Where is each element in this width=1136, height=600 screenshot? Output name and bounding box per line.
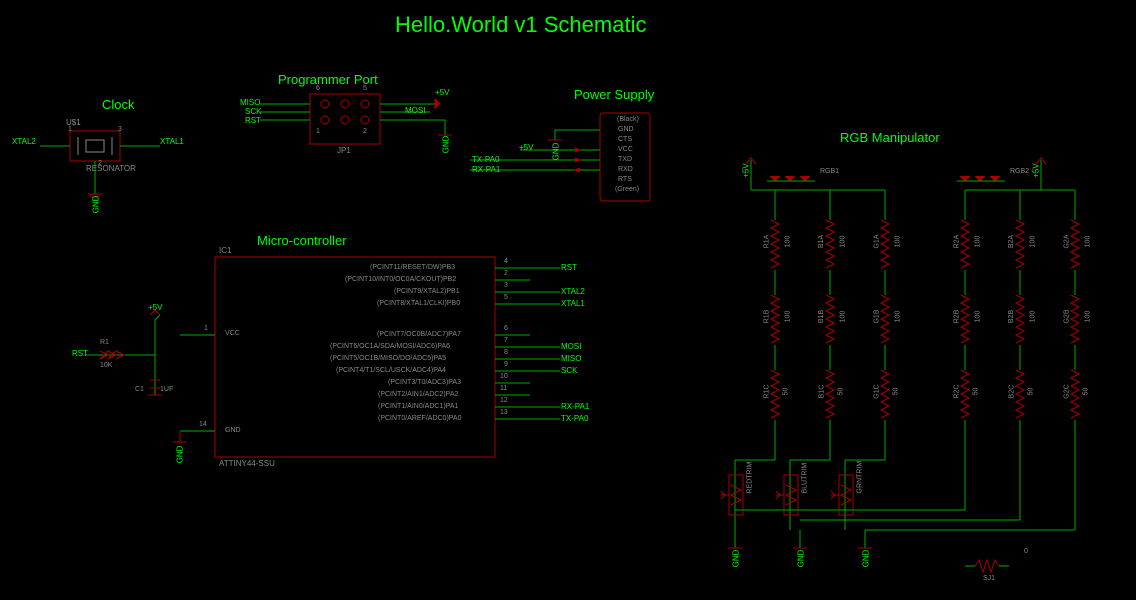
section-mcu: Micro-controller (257, 233, 347, 248)
prog-mosi: MOSI (405, 106, 425, 115)
prog-ref: JP1 (337, 146, 351, 155)
pwr-rx: RX-PA1 (472, 165, 500, 174)
prog-sck: SCK (245, 107, 261, 116)
clock-gnd: GND (91, 196, 100, 214)
pwr-gnd: GND (551, 143, 560, 161)
prog-rst: RST (245, 116, 261, 125)
section-power: Power Supply (574, 87, 654, 102)
mcu-rst: RST (72, 349, 88, 358)
clock-val: RESONATOR (86, 164, 136, 173)
mcu-5v: +5V (148, 303, 162, 312)
prog-vcc: +5V (435, 88, 449, 97)
pwr-vcc: +5V (519, 143, 533, 152)
schematic-title: Hello.World v1 Schematic (395, 12, 646, 38)
pwr-tx: TX-PA0 (472, 155, 499, 164)
mcu-ref: IC1 (219, 246, 231, 255)
section-clock: Clock (102, 97, 135, 112)
clock-left: XTAL2 (12, 137, 36, 146)
mcu-part: ATTINY44-SSU (219, 459, 275, 468)
prog-miso: MISO (240, 98, 260, 107)
section-rgb: RGB Manipulator (840, 130, 940, 145)
mcu-gnd2: GND (175, 446, 184, 464)
prog-gnd: GND (441, 136, 450, 154)
clock-right: XTAL1 (160, 137, 184, 146)
